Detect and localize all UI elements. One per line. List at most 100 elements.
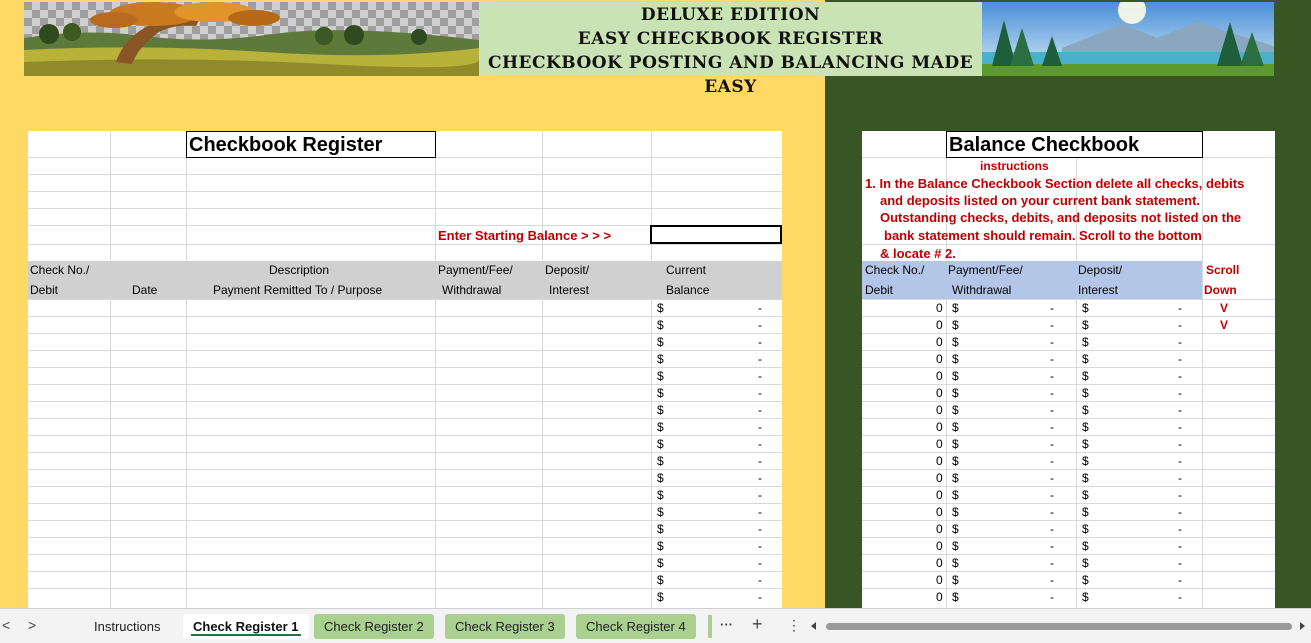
gridline <box>28 244 782 245</box>
sheet-tab-bar: < > Instructions Check Register 1 Check … <box>0 608 1311 643</box>
add-sheet-icon[interactable]: + <box>752 614 763 635</box>
table-row[interactable]: $ - <box>28 486 782 503</box>
payment-amount: - <box>1050 437 1054 451</box>
balance-amount: - <box>758 301 762 315</box>
currency-symbol: $ <box>657 573 664 587</box>
balance-amount: - <box>758 420 762 434</box>
table-row[interactable]: $ - <box>28 452 782 469</box>
table-row[interactable]: $ - <box>28 435 782 452</box>
table-row[interactable]: $ - <box>28 367 782 384</box>
scroll-right-icon[interactable] <box>1298 621 1306 631</box>
currency-symbol: $ <box>1082 420 1089 434</box>
currency-symbol: $ <box>952 505 959 519</box>
check-number: 0 <box>936 573 943 587</box>
table-row[interactable]: 0 $ - $ - <box>862 452 1275 469</box>
header-check-no: Check No./ <box>30 263 90 277</box>
scrollbar-thumb[interactable] <box>826 623 1292 630</box>
currency-symbol: $ <box>657 505 664 519</box>
table-row[interactable]: $ - <box>28 503 782 520</box>
balance-amount: - <box>758 403 762 417</box>
table-row[interactable]: $ - <box>28 469 782 486</box>
payment-amount: - <box>1050 539 1054 553</box>
table-row[interactable]: 0 $ - $ - <box>862 418 1275 435</box>
currency-symbol: $ <box>1082 403 1089 417</box>
horizontal-scrollbar[interactable] <box>811 621 1306 631</box>
deposit-amount: - <box>1178 420 1182 434</box>
currency-symbol: $ <box>1082 454 1089 468</box>
table-row[interactable]: 0 $ - $ - <box>862 486 1275 503</box>
checkbook-register-sheet: Checkbook Register Enter Starting Balanc… <box>28 131 782 608</box>
header-withdrawal: Withdrawal <box>952 283 1012 297</box>
check-number: 0 <box>936 590 943 604</box>
scroll-down-arrow: V <box>1220 318 1229 332</box>
table-row[interactable]: 0 $ - $ - <box>862 571 1275 588</box>
table-row[interactable]: 0 $ - $ - <box>862 384 1275 401</box>
balance-amount: - <box>758 352 762 366</box>
currency-symbol: $ <box>1082 386 1089 400</box>
currency-symbol: $ <box>952 454 959 468</box>
currency-symbol: $ <box>657 556 664 570</box>
table-row[interactable]: 0 $ - $ - <box>862 367 1275 384</box>
scroll-left-icon[interactable] <box>810 621 818 631</box>
balance-amount: - <box>758 437 762 451</box>
header-balance: Balance <box>666 283 710 297</box>
table-row[interactable]: 0 $ - $ - <box>862 333 1275 350</box>
register-title: Checkbook Register <box>186 131 436 158</box>
instruction-line-2: and deposits listed on your current bank… <box>880 193 1201 208</box>
table-row[interactable]: 0 $ - $ - <box>862 435 1275 452</box>
table-row[interactable]: 0 $ - $ - V <box>862 299 1275 316</box>
options-icon[interactable]: ⋮ <box>787 617 801 634</box>
tab-check-register-1[interactable]: Check Register 1 <box>183 614 309 639</box>
table-row[interactable]: $ - <box>28 588 782 605</box>
tab-check-register-4[interactable]: Check Register 4 <box>576 614 696 639</box>
table-row[interactable]: 0 $ - $ - <box>862 520 1275 537</box>
currency-symbol: $ <box>952 352 959 366</box>
header-payment-fee: Payment/Fee/ <box>438 263 513 277</box>
table-row[interactable]: 0 $ - $ - <box>862 401 1275 418</box>
table-row[interactable]: 0 $ - $ - V <box>862 316 1275 333</box>
landscape-tree-image <box>24 2 479 76</box>
table-row[interactable]: $ - <box>28 537 782 554</box>
balance-amount: - <box>758 369 762 383</box>
tab-instructions[interactable]: Instructions <box>84 614 170 639</box>
payment-amount: - <box>1050 522 1054 536</box>
deposit-amount: - <box>1178 403 1182 417</box>
gridline <box>28 174 782 175</box>
header-payment-fee: Payment/Fee/ <box>948 263 1023 277</box>
more-tabs-icon[interactable]: ··· <box>720 617 733 632</box>
currency-symbol: $ <box>952 386 959 400</box>
next-sheet-icon[interactable]: > <box>28 617 36 633</box>
table-row[interactable]: $ - <box>28 384 782 401</box>
payment-amount: - <box>1050 556 1054 570</box>
instruction-line-3: Outstanding checks, debits, and deposits… <box>880 210 1242 225</box>
table-row[interactable]: $ - <box>28 333 782 350</box>
table-row[interactable]: 0 $ - $ - <box>862 350 1275 367</box>
table-row[interactable]: $ - <box>28 316 782 333</box>
currency-symbol: $ <box>952 420 959 434</box>
table-row[interactable]: $ - <box>28 350 782 367</box>
table-row[interactable]: $ - <box>28 299 782 316</box>
header-payment-remitted: Payment Remitted To / Purpose <box>213 283 383 297</box>
header-description: Description <box>269 263 330 277</box>
table-row[interactable]: 0 $ - $ - <box>862 554 1275 571</box>
currency-symbol: $ <box>657 539 664 553</box>
table-row[interactable]: 0 $ - $ - <box>862 503 1275 520</box>
starting-balance-input[interactable] <box>650 225 782 244</box>
table-row[interactable]: 0 $ - $ - <box>862 588 1275 605</box>
balance-amount: - <box>758 590 762 604</box>
tab-check-register-3[interactable]: Check Register 3 <box>445 614 565 639</box>
table-row[interactable]: $ - <box>28 554 782 571</box>
table-row[interactable]: 0 $ - $ - <box>862 537 1275 554</box>
deposit-amount: - <box>1178 301 1182 315</box>
table-row[interactable]: $ - <box>28 401 782 418</box>
prev-sheet-icon[interactable]: < <box>2 617 10 633</box>
currency-symbol: $ <box>1082 590 1089 604</box>
table-row[interactable]: $ - <box>28 520 782 537</box>
table-row[interactable]: $ - <box>28 418 782 435</box>
tab-check-register-2[interactable]: Check Register 2 <box>314 614 434 639</box>
balance-amount: - <box>758 539 762 553</box>
table-row[interactable]: 0 $ - $ - <box>862 469 1275 486</box>
payment-amount: - <box>1050 471 1054 485</box>
deposit-amount: - <box>1178 386 1182 400</box>
table-row[interactable]: $ - <box>28 571 782 588</box>
